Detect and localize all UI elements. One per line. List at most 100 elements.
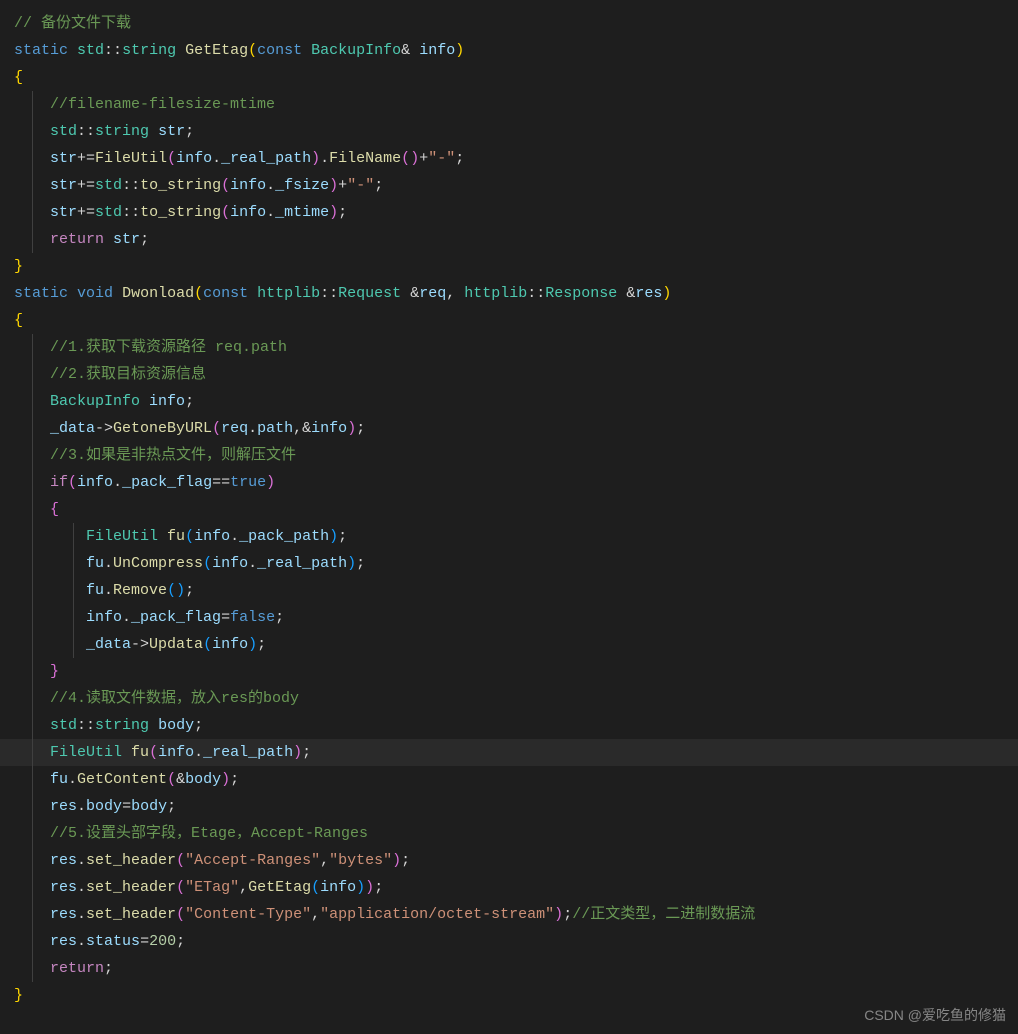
code-line[interactable]: res.body=body; xyxy=(0,793,1018,820)
code-token: FileUtil xyxy=(86,528,158,545)
code-token: //5.设置头部字段，Etage，Accept-Ranges xyxy=(50,825,368,842)
code-line[interactable]: fu.GetContent(&body); xyxy=(0,766,1018,793)
code-token: . xyxy=(266,204,275,221)
code-token xyxy=(68,285,77,302)
code-line[interactable]: std::string body; xyxy=(0,712,1018,739)
code-token: ; xyxy=(356,555,365,572)
code-token: & xyxy=(410,285,419,302)
code-token: std xyxy=(95,177,122,194)
code-token: ; xyxy=(230,771,239,788)
code-line[interactable]: if(info._pack_flag==true) xyxy=(0,469,1018,496)
code-token: , xyxy=(239,879,248,896)
code-line[interactable]: //5.设置头部字段，Etage，Accept-Ranges xyxy=(0,820,1018,847)
code-line[interactable]: //1.获取下载资源路径 req.path xyxy=(0,334,1018,361)
code-line[interactable]: static void Dwonload(const httplib::Requ… xyxy=(0,280,1018,307)
code-token: ( xyxy=(68,474,77,491)
indent-guide xyxy=(32,523,33,550)
code-line[interactable]: BackupInfo info; xyxy=(0,388,1018,415)
code-token: //4.读取文件数据，放入res的body xyxy=(50,690,299,707)
code-line[interactable]: str+=std::to_string(info._mtime); xyxy=(0,199,1018,226)
code-token: //2.获取目标资源信息 xyxy=(50,366,206,383)
code-token: info xyxy=(311,420,347,437)
code-token: res xyxy=(635,285,662,302)
code-line[interactable]: { xyxy=(0,64,1018,91)
code-line[interactable]: { xyxy=(0,307,1018,334)
code-token: _pack_flag xyxy=(122,474,212,491)
code-line[interactable]: FileUtil fu(info._pack_path); xyxy=(0,523,1018,550)
code-token: GetEtag xyxy=(248,879,311,896)
code-line[interactable]: //filename-filesize-mtime xyxy=(0,91,1018,118)
code-token: ; xyxy=(167,798,176,815)
code-token: ) xyxy=(176,582,185,599)
code-line[interactable]: // 备份文件下载 xyxy=(0,10,1018,37)
code-token: _mtime xyxy=(275,204,329,221)
code-line[interactable]: res.set_header("Content-Type","applicati… xyxy=(0,901,1018,928)
code-line[interactable]: { xyxy=(0,496,1018,523)
code-token: GetEtag xyxy=(185,42,248,59)
code-token: ; xyxy=(302,744,311,761)
indent-guide xyxy=(32,631,33,658)
code-token: ( xyxy=(167,582,176,599)
code-line[interactable]: std::string str; xyxy=(0,118,1018,145)
indent-guide xyxy=(32,712,33,739)
code-line[interactable]: //2.获取目标资源信息 xyxy=(0,361,1018,388)
code-token: ; xyxy=(140,231,149,248)
code-token: FileUtil xyxy=(95,150,167,167)
code-line[interactable]: fu.Remove(); xyxy=(0,577,1018,604)
code-token: ) xyxy=(329,177,338,194)
code-token: ( xyxy=(176,906,185,923)
code-token: string xyxy=(122,42,176,59)
code-editor[interactable]: // 备份文件下载static std::string GetEtag(cons… xyxy=(0,10,1018,1009)
code-token: to_string xyxy=(140,204,221,221)
code-line[interactable]: } xyxy=(0,658,1018,685)
code-line[interactable]: return str; xyxy=(0,226,1018,253)
code-token: . xyxy=(266,177,275,194)
code-token: //filename-filesize-mtime xyxy=(50,96,275,113)
code-line[interactable]: _data->Updata(info); xyxy=(0,631,1018,658)
code-line[interactable]: _data->GetoneByURL(req.path,&info); xyxy=(0,415,1018,442)
code-token: & xyxy=(176,771,185,788)
indent-guide xyxy=(32,928,33,955)
code-line[interactable]: static std::string GetEtag(const BackupI… xyxy=(0,37,1018,64)
code-line[interactable]: //3.如果是非热点文件，则解压文件 xyxy=(0,442,1018,469)
code-token: info xyxy=(320,879,356,896)
code-line[interactable]: } xyxy=(0,253,1018,280)
indent-guide xyxy=(32,91,33,118)
code-line[interactable]: return; xyxy=(0,955,1018,982)
code-token: info xyxy=(149,393,185,410)
indent-guide xyxy=(32,658,33,685)
code-token xyxy=(68,42,77,59)
code-token: FileUtil xyxy=(50,744,122,761)
code-token: info xyxy=(77,474,113,491)
code-token: :: xyxy=(104,42,122,59)
code-line[interactable]: info._pack_flag=false; xyxy=(0,604,1018,631)
code-token: set_header xyxy=(86,906,176,923)
code-line[interactable]: res.set_header("Accept-Ranges","bytes"); xyxy=(0,847,1018,874)
code-token: ; xyxy=(455,150,464,167)
code-line[interactable]: FileUtil fu(info._real_path); xyxy=(0,739,1018,766)
code-token: std xyxy=(50,123,77,140)
code-token: ; xyxy=(176,933,185,950)
code-token: set_header xyxy=(86,852,176,869)
indent-guide xyxy=(73,631,74,658)
code-token: Response xyxy=(545,285,617,302)
indent-guide xyxy=(32,847,33,874)
code-line[interactable]: str+=FileUtil(info._real_path).FileName(… xyxy=(0,145,1018,172)
indent-guide xyxy=(32,793,33,820)
code-token: -> xyxy=(95,420,113,437)
code-line[interactable]: //4.读取文件数据，放入res的body xyxy=(0,685,1018,712)
code-line[interactable]: fu.UnCompress(info._real_path); xyxy=(0,550,1018,577)
indent-guide xyxy=(73,577,74,604)
code-line[interactable]: res.status=200; xyxy=(0,928,1018,955)
code-line[interactable]: str+=std::to_string(info._fsize)+"-"; xyxy=(0,172,1018,199)
code-token: } xyxy=(14,258,23,275)
code-token: str xyxy=(50,204,77,221)
indent-guide xyxy=(32,199,33,226)
code-token: if xyxy=(50,474,68,491)
code-token: = xyxy=(140,933,149,950)
code-token: info xyxy=(230,177,266,194)
code-token: ; xyxy=(374,177,383,194)
code-token: res xyxy=(50,852,77,869)
code-token xyxy=(113,285,122,302)
code-line[interactable]: res.set_header("ETag",GetEtag(info)); xyxy=(0,874,1018,901)
